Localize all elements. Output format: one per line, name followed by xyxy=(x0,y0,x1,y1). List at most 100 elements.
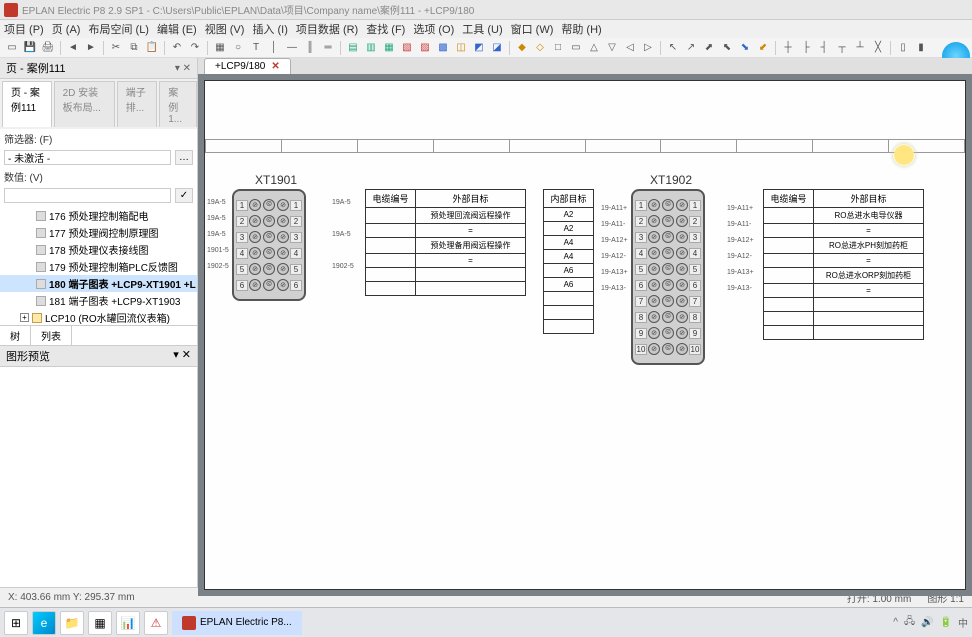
tool-cut-icon[interactable]: ✂ xyxy=(108,40,124,56)
menu-layoutspace[interactable]: 布局空间 (L) xyxy=(88,21,149,37)
tool-a7-icon[interactable]: ◫ xyxy=(453,40,469,56)
menu-help[interactable]: 帮助 (H) xyxy=(561,21,601,37)
tool-eq-icon[interactable]: ═ xyxy=(320,40,336,56)
tool-c5-icon[interactable]: ⬊ xyxy=(737,40,753,56)
drawing-viewport[interactable]: XT1901 1⊘⧀⊘1 2⊘⧀⊘2 3⊘⧀⊘3 4⊘⧀⊘4 5⊘⧀⊘5 6⊘⧀… xyxy=(198,74,972,596)
start-button[interactable]: ⊞ xyxy=(4,611,28,635)
tray-net-icon[interactable]: 🖧 xyxy=(904,614,915,631)
tool-c3-icon[interactable]: ⬈ xyxy=(701,40,717,56)
tool-b1-icon[interactable]: ◆ xyxy=(514,40,530,56)
tool-a8-icon[interactable]: ◩ xyxy=(471,40,487,56)
filter-combo[interactable] xyxy=(4,150,171,165)
tool-fwd-icon[interactable]: ► xyxy=(83,40,99,56)
tool-d2-icon[interactable]: ├ xyxy=(798,40,814,56)
tool-redo-icon[interactable]: ↷ xyxy=(187,40,203,56)
tool-b4-icon[interactable]: ▭ xyxy=(568,40,584,56)
tool-a6-icon[interactable]: ▩ xyxy=(435,40,451,56)
menu-insert[interactable]: 插入 (I) xyxy=(252,21,287,37)
tool-save-icon[interactable]: 💾 xyxy=(22,40,38,56)
tool-a4-icon[interactable]: ▧ xyxy=(399,40,415,56)
value-apply-button[interactable]: ✓ xyxy=(175,188,193,203)
tool-text-icon[interactable]: T xyxy=(248,40,264,56)
tool-para-icon[interactable]: ║ xyxy=(302,40,318,56)
menu-bar[interactable]: 项目 (P) 页 (A) 布局空间 (L) 编辑 (E) 视图 (V) 插入 (… xyxy=(0,20,972,38)
tray-batt-icon[interactable]: 🔋 xyxy=(940,617,952,628)
tree-page-178[interactable]: 178 预处理仪表接线图 xyxy=(0,241,197,258)
tool-d6-icon[interactable]: ╳ xyxy=(870,40,886,56)
menu-find[interactable]: 查找 (F) xyxy=(366,21,405,37)
system-tray[interactable]: ^ 🖧 🔊 🔋 中 xyxy=(893,614,968,631)
tool-b8-icon[interactable]: ▷ xyxy=(640,40,656,56)
tool-copy-icon[interactable]: ⧉ xyxy=(126,40,142,56)
tool-d3-icon[interactable]: ┤ xyxy=(816,40,832,56)
tool-e1-icon[interactable]: ▯ xyxy=(895,40,911,56)
tool-hline-icon[interactable]: — xyxy=(284,40,300,56)
taskbar-eplan[interactable]: EPLAN Electric P8... xyxy=(172,611,302,635)
tree-page-177[interactable]: 177 预处理阀控制原理图 xyxy=(0,224,197,241)
tool-circle-icon[interactable]: ○ xyxy=(230,40,246,56)
tree-page-180[interactable]: 180 端子图表 +LCP9-XT1901 +L xyxy=(0,275,197,292)
taskbar-app2-icon[interactable]: 📊 xyxy=(116,611,140,635)
windows-taskbar[interactable]: ⊞ e 📁 ▦ 📊 ⚠ EPLAN Electric P8... ^ 🖧 🔊 🔋… xyxy=(0,607,972,637)
tree-folder-lcp10[interactable]: +LCP10 (RO水罐回流仪表箱) xyxy=(0,309,197,325)
tab-list[interactable]: 列表 xyxy=(31,326,72,345)
tool-c1-icon[interactable]: ↖ xyxy=(665,40,681,56)
tree-page-176[interactable]: 176 预处理控制箱配电 xyxy=(0,207,197,224)
tool-a5-icon[interactable]: ▨ xyxy=(417,40,433,56)
tree-page-179[interactable]: 179 预处理控制箱PLC反馈图 xyxy=(0,258,197,275)
connector-xt1902[interactable]: 1⊘⧀⊘1 2⊘⧀⊘2 3⊘⧀⊘3 4⊘⧀⊘4 5⊘⧀⊘5 6⊘⧀⊘6 7⊘⧀⊘… xyxy=(631,189,705,365)
tree-page-181[interactable]: 181 端子图表 +LCP9-XT1903 xyxy=(0,292,197,309)
tool-b5-icon[interactable]: △ xyxy=(586,40,602,56)
subtab-pages[interactable]: 页 - 案例111 xyxy=(2,81,52,127)
filter-more-button[interactable]: … xyxy=(175,150,193,165)
tool-a9-icon[interactable]: ◪ xyxy=(489,40,505,56)
tool-a3-icon[interactable]: ▦ xyxy=(381,40,397,56)
tray-vol-icon[interactable]: 🔊 xyxy=(921,617,933,628)
page-tree[interactable]: 176 预处理控制箱配电 177 预处理阀控制原理图 178 预处理仪表接线图 … xyxy=(0,205,197,325)
tray-up-icon[interactable]: ^ xyxy=(893,617,898,628)
tool-b6-icon[interactable]: ▽ xyxy=(604,40,620,56)
tool-open-icon[interactable]: ▭ xyxy=(4,40,20,56)
editor-tab-lcp9-180[interactable]: +LCP9/180 ✕ xyxy=(204,58,291,74)
menu-view[interactable]: 视图 (V) xyxy=(205,21,245,37)
preview-pin-icon[interactable]: ▾ ✕ xyxy=(173,348,191,364)
menu-options[interactable]: 选项 (O) xyxy=(413,21,454,37)
menu-project[interactable]: 项目 (P) xyxy=(4,21,44,37)
tool-b2-icon[interactable]: ◇ xyxy=(532,40,548,56)
tool-d1-icon[interactable]: ┼ xyxy=(780,40,796,56)
menu-edit[interactable]: 编辑 (E) xyxy=(157,21,197,37)
tool-c4-icon[interactable]: ⬉ xyxy=(719,40,735,56)
subtab-terminal[interactable]: 端子排... xyxy=(117,81,157,127)
editor-tab-close-icon[interactable]: ✕ xyxy=(271,61,279,72)
menu-window[interactable]: 窗口 (W) xyxy=(511,21,554,37)
taskbar-edge-icon[interactable]: e xyxy=(32,611,56,635)
navigator-pin-icon[interactable]: ▾ ✕ xyxy=(175,63,191,74)
tool-c6-icon[interactable]: ⬋ xyxy=(755,40,771,56)
tool-back-icon[interactable]: ◄ xyxy=(65,40,81,56)
tool-e2-icon[interactable]: ▮ xyxy=(913,40,929,56)
connector-xt1901[interactable]: 1⊘⧀⊘1 2⊘⧀⊘2 3⊘⧀⊘3 4⊘⧀⊘4 5⊘⧀⊘5 6⊘⧀⊘6 xyxy=(232,189,306,301)
tool-d5-icon[interactable]: ┴ xyxy=(852,40,868,56)
tool-grid-icon[interactable]: ▦ xyxy=(212,40,228,56)
tool-b7-icon[interactable]: ◁ xyxy=(622,40,638,56)
taskbar-warn-icon[interactable]: ⚠ xyxy=(144,611,168,635)
tool-print-icon[interactable]: 🖨 xyxy=(40,40,56,56)
tab-tree[interactable]: 树 xyxy=(0,326,31,345)
menu-tools[interactable]: 工具 (U) xyxy=(462,21,502,37)
value-input[interactable] xyxy=(4,188,171,203)
subtab-2d[interactable]: 2D 安装板布局... xyxy=(54,81,115,127)
subtab-case[interactable]: 案例1... xyxy=(159,81,197,127)
tool-b3-icon[interactable]: □ xyxy=(550,40,566,56)
tool-paste-icon[interactable]: 📋 xyxy=(144,40,160,56)
tool-c2-icon[interactable]: ↗ xyxy=(683,40,699,56)
tool-line-icon[interactable]: │ xyxy=(266,40,282,56)
tool-a1-icon[interactable]: ▤ xyxy=(345,40,361,56)
drawing-paper[interactable]: XT1901 1⊘⧀⊘1 2⊘⧀⊘2 3⊘⧀⊘3 4⊘⧀⊘4 5⊘⧀⊘5 6⊘⧀… xyxy=(204,80,966,590)
taskbar-app1-icon[interactable]: ▦ xyxy=(88,611,112,635)
tray-ime-icon[interactable]: 中 xyxy=(958,615,968,630)
menu-projectdata[interactable]: 项目数据 (R) xyxy=(296,21,358,37)
tool-d4-icon[interactable]: ┬ xyxy=(834,40,850,56)
taskbar-explorer-icon[interactable]: 📁 xyxy=(60,611,84,635)
tool-a2-icon[interactable]: ▥ xyxy=(363,40,379,56)
menu-page[interactable]: 页 (A) xyxy=(52,21,81,37)
